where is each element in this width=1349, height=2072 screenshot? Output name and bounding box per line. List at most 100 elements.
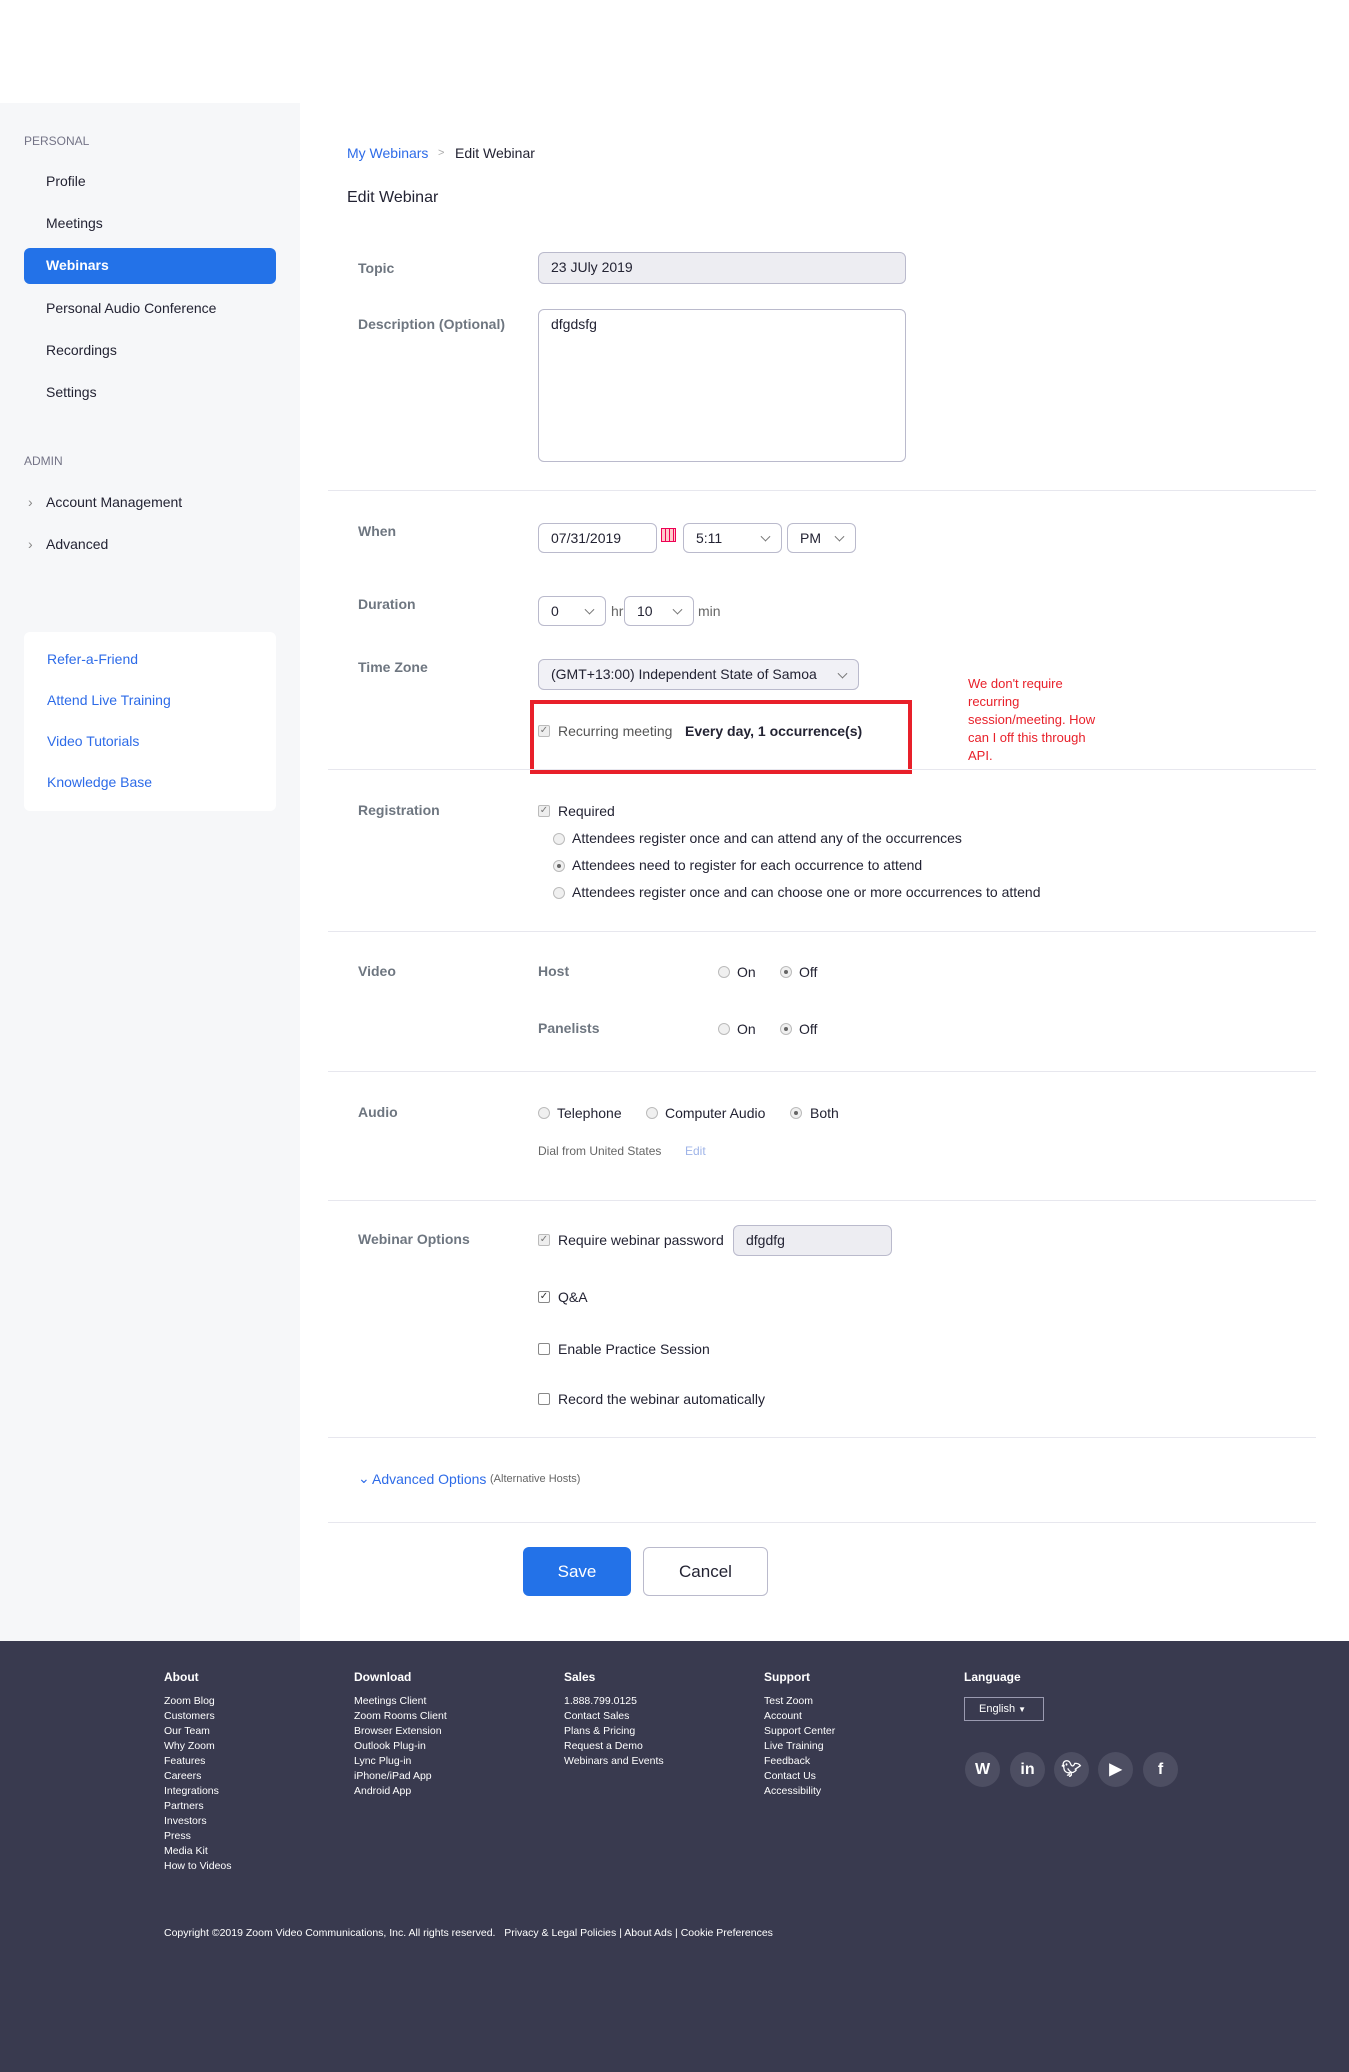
link-video-tutorials[interactable]: Video Tutorials bbox=[47, 732, 139, 750]
about-ads-link[interactable]: About Ads bbox=[624, 1927, 672, 1939]
footer-heading: About bbox=[164, 1670, 199, 1684]
footer-link[interactable]: Contact Us bbox=[764, 1769, 835, 1784]
record-automatically-checkbox[interactable] bbox=[538, 1393, 550, 1405]
footer-link[interactable]: Features bbox=[164, 1754, 232, 1769]
privacy-link[interactable]: Privacy & Legal Policies bbox=[504, 1927, 616, 1939]
footer-link[interactable]: Webinars and Events bbox=[564, 1754, 664, 1769]
footer-link[interactable]: Zoom Blog bbox=[164, 1694, 232, 1709]
footer-language-heading: Language bbox=[964, 1670, 1021, 1684]
footer-link[interactable]: How to Videos bbox=[164, 1859, 232, 1874]
footer-link[interactable]: Customers bbox=[164, 1709, 232, 1724]
require-password-checkbox[interactable]: ✓ bbox=[538, 1234, 550, 1246]
host-on-radio[interactable] bbox=[718, 966, 730, 978]
duration-minutes-select[interactable]: 10 bbox=[624, 596, 694, 626]
description-textarea[interactable]: dfgdsfg bbox=[538, 309, 906, 462]
wordpress-icon[interactable]: W bbox=[965, 1752, 1000, 1787]
audio-telephone-radio[interactable] bbox=[538, 1107, 550, 1119]
footer-link[interactable]: Support Center bbox=[764, 1724, 835, 1739]
recurring-checkbox[interactable]: ✓ bbox=[538, 725, 550, 737]
divider bbox=[328, 1522, 1316, 1523]
sidebar-item-profile[interactable]: Profile bbox=[46, 173, 86, 189]
footer-col-sales: Sales 1.888.799.0125 Contact Sales Plans & … bbox=[564, 1670, 664, 1769]
footer-legal: Copyright ©2019 Zoom Video Communication… bbox=[164, 1927, 773, 1939]
video-label: Video bbox=[358, 963, 396, 979]
twitter-icon[interactable]: 🐦︎ bbox=[1054, 1752, 1089, 1787]
footer-col-support: Support Test Zoom Account Support Center Liv… bbox=[764, 1670, 835, 1799]
language-select[interactable]: English ▼ bbox=[964, 1697, 1044, 1721]
footer-link[interactable]: Partners bbox=[164, 1799, 232, 1814]
divider bbox=[328, 769, 1316, 770]
duration-hours-select[interactable]: 0 bbox=[538, 596, 606, 626]
footer-link[interactable]: Outlook Plug-in bbox=[354, 1739, 447, 1754]
registration-required-checkbox[interactable]: ✓ bbox=[538, 805, 550, 817]
facebook-icon[interactable]: f bbox=[1143, 1752, 1178, 1787]
hr-label: hr bbox=[611, 603, 624, 619]
footer-link[interactable]: Why Zoom bbox=[164, 1739, 232, 1754]
footer-heading: Download bbox=[354, 1670, 412, 1684]
footer-link[interactable]: Press bbox=[164, 1829, 232, 1844]
footer-link[interactable]: Investors bbox=[164, 1814, 232, 1829]
footer-link[interactable]: Accessibility bbox=[764, 1784, 835, 1799]
panelists-on-radio[interactable] bbox=[718, 1023, 730, 1035]
footer-link[interactable]: Zoom Rooms Client bbox=[354, 1709, 447, 1724]
topic-label: Topic bbox=[358, 260, 395, 276]
password-input[interactable]: dfgdfg bbox=[733, 1225, 892, 1256]
require-password-label: Require webinar password bbox=[558, 1232, 724, 1248]
panelists-off-radio[interactable] bbox=[780, 1023, 792, 1035]
advanced-options-toggle[interactable]: Advanced Options bbox=[372, 1470, 486, 1488]
footer-link[interactable]: Test Zoom bbox=[764, 1694, 835, 1709]
audio-both-radio[interactable] bbox=[790, 1107, 802, 1119]
timezone-select[interactable]: (GMT+13:00) Independent State of Samoa bbox=[538, 659, 859, 690]
panelists-off-label: Off bbox=[799, 1021, 818, 1037]
link-knowledge-base[interactable]: Knowledge Base bbox=[47, 773, 152, 791]
footer-link[interactable]: 1.888.799.0125 bbox=[564, 1694, 664, 1709]
footer-link[interactable]: Browser Extension bbox=[354, 1724, 447, 1739]
footer-link[interactable]: Integrations bbox=[164, 1784, 232, 1799]
calendar-icon[interactable] bbox=[661, 528, 676, 542]
sidebar-item-settings[interactable]: Settings bbox=[46, 384, 97, 400]
date-input[interactable]: 07/31/2019 bbox=[538, 523, 657, 553]
cookie-preferences-link[interactable]: Cookie Preferences bbox=[681, 1927, 773, 1939]
footer-link[interactable]: Account bbox=[764, 1709, 835, 1724]
sidebar-item-webinars[interactable]: Webinars bbox=[24, 248, 276, 284]
reg-option-radio-1[interactable] bbox=[553, 833, 565, 845]
copyright: Copyright ©2019 Zoom Video Communication… bbox=[164, 1927, 496, 1939]
ampm-select[interactable]: PM bbox=[787, 523, 856, 553]
sidebar-item-advanced[interactable]: Advanced bbox=[46, 536, 108, 552]
qa-checkbox[interactable]: ✓ bbox=[538, 1291, 550, 1303]
required-label: Required bbox=[558, 803, 615, 819]
topic-input[interactable]: 23 JUly 2019 bbox=[538, 252, 906, 284]
dial-from-edit-link[interactable]: Edit bbox=[685, 1144, 706, 1158]
footer-link[interactable]: Plans & Pricing bbox=[564, 1724, 664, 1739]
sidebar-item-recordings[interactable]: Recordings bbox=[46, 342, 117, 358]
footer-link[interactable]: Lync Plug-in bbox=[354, 1754, 447, 1769]
footer-link[interactable]: Media Kit bbox=[164, 1844, 232, 1859]
sidebar-item-meetings[interactable]: Meetings bbox=[46, 215, 103, 231]
link-live-training[interactable]: Attend Live Training bbox=[47, 691, 171, 709]
reg-option-radio-3[interactable] bbox=[553, 887, 565, 899]
sidebar-item-account-management[interactable]: Account Management bbox=[46, 494, 182, 510]
footer-link[interactable]: Our Team bbox=[164, 1724, 232, 1739]
youtube-icon[interactable]: ▶ bbox=[1098, 1752, 1133, 1787]
practice-session-checkbox[interactable] bbox=[538, 1343, 550, 1355]
footer-link[interactable]: Live Training bbox=[764, 1739, 835, 1754]
link-refer[interactable]: Refer-a-Friend bbox=[47, 650, 138, 668]
cancel-button[interactable]: Cancel bbox=[643, 1547, 768, 1596]
footer-link[interactable]: Request a Demo bbox=[564, 1739, 664, 1754]
footer-col-about: About Zoom Blog Customers Our Team Why Zoom F… bbox=[164, 1670, 232, 1874]
footer-link[interactable]: Android App bbox=[354, 1784, 447, 1799]
footer-link[interactable]: Careers bbox=[164, 1769, 232, 1784]
save-button[interactable]: Save bbox=[523, 1547, 631, 1596]
linkedin-icon[interactable]: in bbox=[1010, 1752, 1045, 1787]
audio-computer-radio[interactable] bbox=[646, 1107, 658, 1119]
time-select[interactable]: 5:11 bbox=[683, 523, 782, 553]
breadcrumb-my-webinars[interactable]: My Webinars bbox=[347, 144, 428, 162]
host-off-radio[interactable] bbox=[780, 966, 792, 978]
sidebar-item-personal-audio[interactable]: Personal Audio Conference bbox=[46, 300, 216, 316]
footer-link[interactable]: iPhone/iPad App bbox=[354, 1769, 447, 1784]
footer-link[interactable]: Feedback bbox=[764, 1754, 835, 1769]
reg-option-radio-2[interactable] bbox=[553, 860, 565, 872]
chevron-down-icon[interactable]: ⌄ bbox=[358, 1469, 370, 1487]
footer-link[interactable]: Contact Sales bbox=[564, 1709, 664, 1724]
footer-link[interactable]: Meetings Client bbox=[354, 1694, 447, 1709]
